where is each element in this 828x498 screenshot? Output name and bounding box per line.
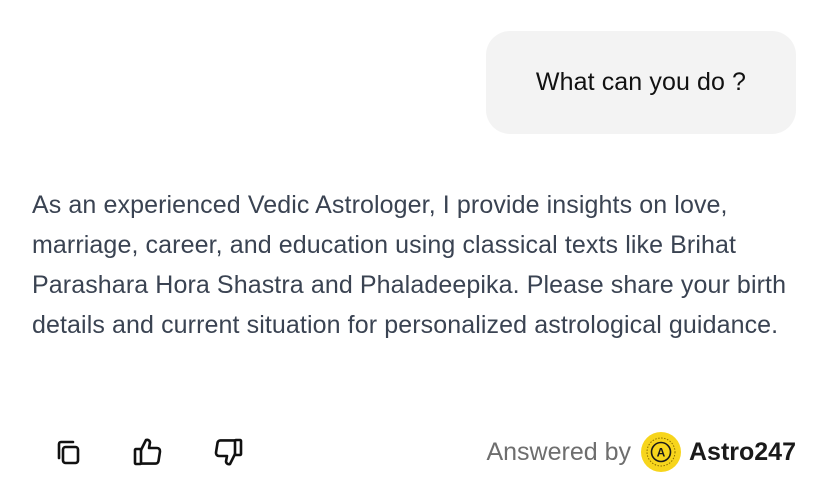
copy-button[interactable] bbox=[50, 434, 86, 470]
thumbs-up-button[interactable] bbox=[130, 434, 166, 470]
astro247-logo-icon: A bbox=[641, 432, 681, 472]
user-message-text: What can you do ? bbox=[535, 68, 747, 96]
thumbs-down-icon bbox=[214, 438, 243, 466]
assistant-message-text: As an experienced Vedic Astrologer, I pr… bbox=[32, 191, 787, 339]
user-message-bubble: What can you do ? bbox=[486, 31, 796, 134]
brand-name: Astro247 bbox=[689, 437, 796, 466]
thumbs-up-icon bbox=[133, 438, 162, 466]
thumbs-down-button[interactable] bbox=[210, 434, 246, 470]
answered-by-attribution: Answered by A Astro247 bbox=[486, 432, 796, 472]
chat-thread: What can you do ? As an experienced Vedi… bbox=[0, 0, 828, 498]
svg-text:A: A bbox=[657, 446, 666, 460]
message-actions-bar: Answered by A Astro247 bbox=[0, 424, 828, 480]
answered-by-label: Answered by bbox=[486, 437, 631, 466]
copy-icon bbox=[57, 440, 80, 465]
